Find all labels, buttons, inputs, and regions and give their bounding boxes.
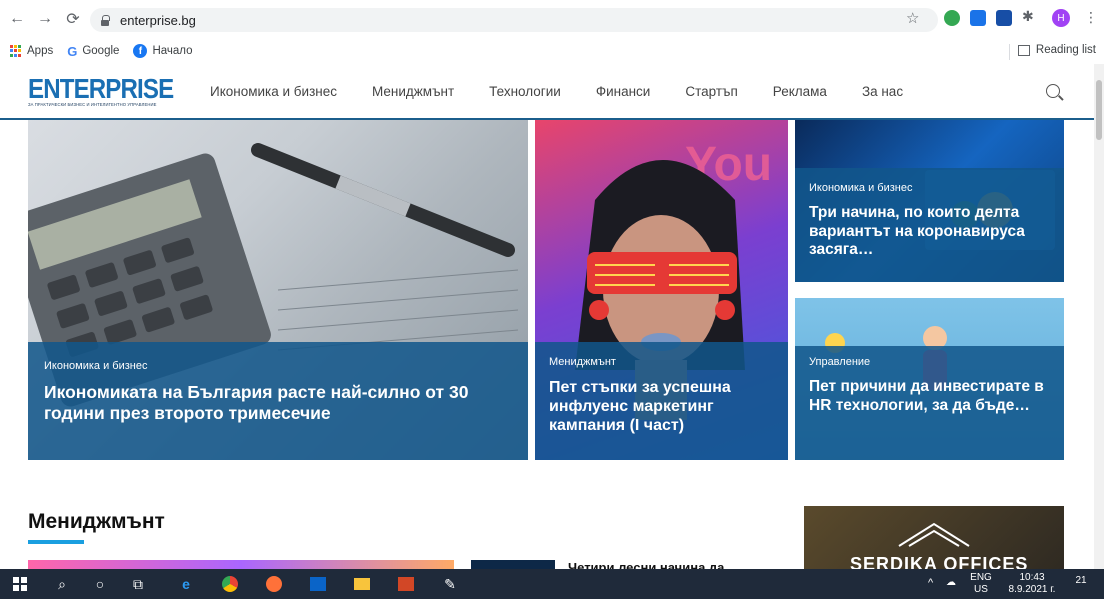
article-overlay: Икономика и бизнес Икономиката на Българ… (28, 342, 528, 460)
lang-top: ENG (970, 572, 992, 583)
lock-icon (100, 14, 110, 26)
article-overlay: Мениджмънт Пет стъпки за успешна инфлуен… (535, 342, 788, 460)
ad-text: SERDIKA OFFICES (850, 554, 1029, 569)
article-title: Пет стъпки за успешна инфлуенс маркетинг… (549, 379, 731, 435)
article-overlay: Управление Пет причини да инвестирате в … (795, 346, 1064, 460)
article-title: Три начина, по които делта вариантът на … (809, 204, 1025, 259)
powerpoint-icon[interactable] (396, 574, 416, 594)
address-bar[interactable]: enterprise.bg (90, 8, 938, 32)
menu-item-finance[interactable]: Финанси (596, 84, 651, 99)
web-page: ENTERPRISE ЗА ПРАКТИЧЕСКИ БИЗНЕС И ИНТЕЛ… (0, 64, 1094, 569)
article-category: Икономика и бизнес (809, 182, 913, 194)
bookmark-star-icon[interactable]: ☆ (906, 9, 919, 27)
section-underline (28, 540, 84, 544)
article-category: Управление (809, 356, 871, 368)
menu-item-technology[interactable]: Технологии (489, 84, 561, 99)
back-icon[interactable]: ← (6, 8, 28, 30)
menu-item-management[interactable]: Мениджмънт (372, 84, 454, 99)
reading-list-button[interactable]: Reading list (1008, 43, 1096, 60)
cortana-icon[interactable]: ○ (90, 574, 110, 594)
chrome-icon[interactable] (220, 574, 240, 594)
section-heading: Мениджмънт (28, 510, 165, 533)
serdika-ad-banner[interactable]: SERDIKA OFFICES (804, 506, 1064, 569)
lang-bottom: US (974, 584, 988, 595)
facebook-icon: f (133, 44, 148, 58)
extension-dark-blue-icon[interactable] (996, 10, 1012, 26)
article-overlay: Икономика и бизнес Три начина, по които … (795, 168, 1064, 282)
extension-blue-icon[interactable] (970, 10, 986, 26)
site-logo[interactable]: ENTERPRISE ЗА ПРАКТИЧЕСКИ БИЗНЕС И ИНТЕЛ… (28, 73, 197, 108)
menu-kebab-icon[interactable]: ⋮ (1084, 9, 1098, 26)
featured-article-2[interactable]: You Мениджмънт Пет стъпки за успешна инф… (535, 120, 788, 460)
forward-icon[interactable]: → (34, 8, 56, 30)
section-article-image[interactable] (28, 560, 454, 569)
browser-toolbar: ← → ⟳ enterprise.bg ☆ ✱ H ⋮ (0, 0, 1104, 38)
site-header: ENTERPRISE ЗА ПРАКТИЧЕСКИ БИЗНЕС И ИНТЕЛ… (0, 64, 1094, 120)
bookmark-nachalo[interactable]: f Начало (133, 44, 193, 58)
menu-item-economy[interactable]: Икономика и бизнес (210, 84, 337, 99)
bookmarks-bar: Apps G Google f Начало (0, 38, 1104, 64)
paint-icon[interactable]: ✎ (440, 574, 460, 594)
apps-grid-icon (10, 45, 22, 57)
logo-text: ENTERPRISE (28, 73, 174, 104)
language-indicator[interactable]: ENG US (966, 572, 996, 596)
bookmark-label: Google (82, 45, 120, 57)
search-icon[interactable] (1046, 84, 1060, 98)
reading-list-icon (1008, 43, 1030, 60)
clock-time: 10:43 (1019, 572, 1045, 583)
bookmark-google[interactable]: G Google (67, 44, 119, 59)
article-title: Икономиката на България расте най-силно … (44, 382, 469, 423)
search-taskbar-icon[interactable]: ⌕ (52, 574, 72, 594)
notifications-button[interactable]: 21 (1070, 575, 1092, 587)
reading-list-label: Reading list (1035, 44, 1096, 56)
article-category: Мениджмънт (549, 356, 616, 368)
outlook-icon[interactable] (308, 574, 328, 594)
scrollbar-thumb[interactable] (1096, 80, 1102, 140)
menu-item-startup[interactable]: Стартъп (685, 84, 737, 99)
profile-avatar[interactable]: H (1052, 9, 1070, 27)
page-scrollbar[interactable] (1094, 64, 1104, 569)
edge-icon[interactable]: e (176, 574, 196, 594)
firefox-icon[interactable] (264, 574, 284, 594)
url-text: enterprise.bg (120, 12, 196, 28)
bookmark-label: Начало (152, 45, 193, 57)
extensions-puzzle-icon[interactable]: ✱ (1022, 8, 1038, 24)
article-category: Икономика и бизнес (44, 360, 148, 372)
featured-article-1[interactable]: Икономика и бизнес Икономиката на Българ… (28, 120, 528, 460)
featured-article-3[interactable]: Икономика и бизнес Три начина, по които … (795, 120, 1064, 282)
clock-date: 8.9.2021 г. (1008, 584, 1056, 595)
article-title: Пет причини да инвестирате в HR технолог… (809, 378, 1044, 414)
windows-start-icon[interactable] (10, 574, 30, 594)
task-view-icon[interactable]: ⧉ (128, 574, 148, 594)
extension-green-icon[interactable] (944, 10, 960, 26)
bookmark-apps[interactable]: Apps (10, 45, 53, 57)
section-article-title[interactable]: Четири лесни начина да (568, 560, 724, 569)
menu-item-about[interactable]: За нас (862, 84, 903, 99)
main-menu: Икономика и бизнес Мениджмънт Технологии… (210, 84, 938, 99)
bookmark-label: Apps (27, 45, 54, 57)
menu-item-advertising[interactable]: Реклама (773, 84, 827, 99)
section-article-thumb[interactable] (471, 560, 555, 569)
tray-chevron-icon[interactable]: ^ (928, 577, 933, 589)
featured-article-4[interactable]: Управление Пет причини да инвестирате в … (795, 298, 1064, 460)
reload-icon[interactable]: ⟳ (62, 8, 84, 30)
windows-taskbar: ⌕ ○ ⧉ e ✎ ^ ☁ ENG US 10:43 8.9.2021 г. 2… (0, 569, 1104, 599)
clock[interactable]: 10:43 8.9.2021 г. (1004, 572, 1060, 596)
file-explorer-icon[interactable] (352, 574, 372, 594)
onedrive-icon[interactable]: ☁ (946, 577, 956, 589)
google-icon: G (67, 43, 78, 59)
notifications-count: 21 (1075, 575, 1087, 586)
